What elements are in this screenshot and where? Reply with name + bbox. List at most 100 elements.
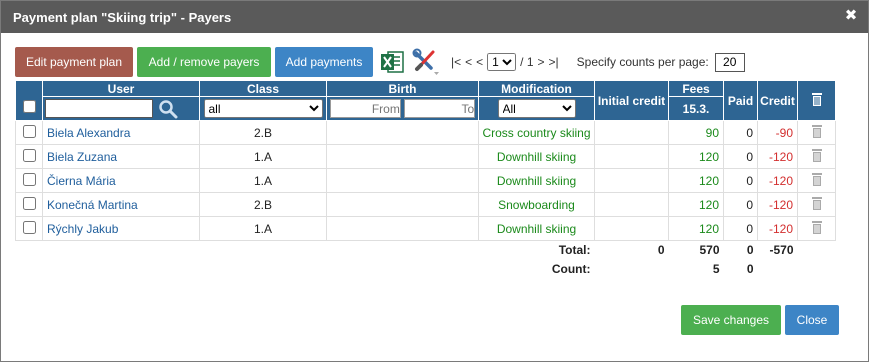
trash-icon[interactable]: [811, 220, 823, 234]
paid-cell: 0: [723, 144, 758, 169]
pager-total: / 1: [520, 55, 534, 69]
modification-header[interactable]: Modification: [478, 80, 595, 97]
delete-cell: [797, 216, 836, 241]
user-filter-input[interactable]: [45, 99, 153, 118]
select-all-header: [15, 80, 43, 121]
pager-next-2[interactable]: >|: [549, 55, 559, 69]
table-row: Konečná Martina 2.B Snowboarding 120 0 -…: [15, 192, 836, 217]
page-select[interactable]: 1: [487, 53, 517, 71]
per-page-input[interactable]: [714, 52, 745, 72]
class-cell: 1.A: [199, 144, 327, 169]
edit-payment-plan-button[interactable]: Edit payment plan: [15, 47, 133, 77]
delete-cell: [797, 168, 836, 193]
fees-header[interactable]: Fees: [668, 80, 724, 97]
trash-icon[interactable]: [811, 124, 823, 138]
dialog-titlebar: Payment plan "Skiing trip" - Payers ✖: [1, 1, 868, 33]
fees-date-header: 15.3.: [668, 96, 724, 121]
row-checkbox[interactable]: [22, 196, 36, 210]
close-button[interactable]: Close: [785, 305, 839, 335]
tools-menu-icon[interactable]: [411, 47, 441, 77]
total-label: Total:: [558, 243, 591, 258]
payer-name-link[interactable]: Biela Alexandra: [42, 120, 200, 145]
payers-dialog: Payment plan "Skiing trip" - Payers ✖ Ed…: [0, 0, 869, 362]
birth-cell: [326, 168, 479, 193]
row-checkbox[interactable]: [22, 172, 36, 186]
user-header[interactable]: User: [42, 80, 200, 97]
fee-cell[interactable]: 120: [668, 192, 724, 217]
select-all-checkbox[interactable]: [22, 99, 36, 113]
pager-prev-2[interactable]: <: [465, 55, 472, 69]
total-initial-credit: 0: [657, 243, 665, 258]
dialog-title: Payment plan "Skiing trip" - Payers: [13, 9, 232, 25]
delete-cell: [797, 192, 836, 217]
birth-cell: [326, 216, 479, 241]
row-checkbox-cell: [15, 120, 43, 145]
initial-credit-cell: [594, 120, 669, 145]
birth-cell: [326, 120, 479, 145]
credit-cell: -120: [757, 144, 798, 169]
class-filter-cell: all: [199, 96, 327, 121]
close-icon[interactable]: ✖: [844, 8, 858, 23]
add-payments-button[interactable]: Add payments: [275, 47, 373, 77]
class-filter-select[interactable]: all: [203, 99, 323, 118]
row-checkbox[interactable]: [22, 220, 36, 234]
trash-icon[interactable]: [811, 172, 823, 186]
row-checkbox[interactable]: [22, 148, 36, 162]
class-cell: 1.A: [199, 216, 327, 241]
fee-cell[interactable]: 120: [668, 216, 724, 241]
initial-credit-cell: [594, 216, 669, 241]
total-credit: -570: [769, 243, 794, 258]
total-paid: 0: [746, 243, 754, 258]
total-fees: 570: [699, 243, 720, 258]
row-checkbox-cell: [15, 192, 43, 217]
dialog-footer: Save changes Close: [677, 305, 839, 335]
count-fees: 5: [712, 262, 720, 276]
paid-header[interactable]: Paid: [723, 80, 758, 121]
fee-cell[interactable]: 120: [668, 168, 724, 193]
pager-prev[interactable]: <: [476, 55, 483, 69]
modification-cell[interactable]: Downhill skiing: [478, 168, 595, 193]
modification-filter-select[interactable]: All: [497, 99, 576, 118]
row-checkbox-cell: [15, 168, 43, 193]
user-filter-cell: [42, 96, 200, 121]
fee-cell[interactable]: 120: [668, 144, 724, 169]
excel-export-icon[interactable]: [379, 49, 405, 75]
credit-header[interactable]: Credit: [757, 80, 798, 121]
birth-header[interactable]: Birth: [326, 80, 479, 97]
pager-next[interactable]: >: [538, 55, 545, 69]
class-cell: 2.B: [199, 192, 327, 217]
table-row: Čierna Mária 1.A Downhill skiing 120 0 -…: [15, 168, 836, 193]
payers-table: User Class Birth Modification Initial cr…: [15, 80, 836, 279]
modification-cell[interactable]: Downhill skiing: [478, 144, 595, 169]
save-changes-button[interactable]: Save changes: [681, 305, 781, 335]
payer-name-link[interactable]: Biela Zuzana: [42, 144, 200, 169]
fee-cell[interactable]: 90: [668, 120, 724, 145]
count-label: Count:: [551, 262, 591, 276]
payer-name-link[interactable]: Rýchly Jakub: [42, 216, 200, 241]
table-row: Rýchly Jakub 1.A Downhill skiing 120 0 -…: [15, 216, 836, 241]
birth-to-input[interactable]: [404, 99, 476, 118]
credit-cell: -120: [757, 192, 798, 217]
trash-icon[interactable]: [811, 148, 823, 162]
row-checkbox[interactable]: [22, 124, 36, 138]
modification-cell[interactable]: Cross country skiing: [478, 120, 595, 145]
trash-all-icon[interactable]: [811, 92, 823, 106]
add-remove-payers-button[interactable]: Add / remove payers: [137, 47, 271, 77]
initial-credit-cell: [594, 168, 669, 193]
birth-cell: [326, 192, 479, 217]
search-icon[interactable]: [158, 99, 178, 119]
modification-cell[interactable]: Snowboarding: [478, 192, 595, 217]
birth-from-input[interactable]: [329, 99, 401, 118]
class-header[interactable]: Class: [199, 80, 327, 97]
pager-first[interactable]: |<: [451, 55, 461, 69]
payer-name-link[interactable]: Konečná Martina: [42, 192, 200, 217]
modification-cell[interactable]: Downhill skiing: [478, 216, 595, 241]
payer-name-link[interactable]: Čierna Mária: [42, 168, 200, 193]
initial-credit-header[interactable]: Initial credit: [594, 80, 669, 121]
class-cell: 1.A: [199, 168, 327, 193]
count-row: Count: 5 0: [16, 260, 836, 279]
credit-cell: -90: [757, 120, 798, 145]
birth-filter-cell: [326, 96, 479, 121]
per-page-control: Specify counts per page:: [577, 52, 745, 72]
trash-icon[interactable]: [811, 196, 823, 210]
